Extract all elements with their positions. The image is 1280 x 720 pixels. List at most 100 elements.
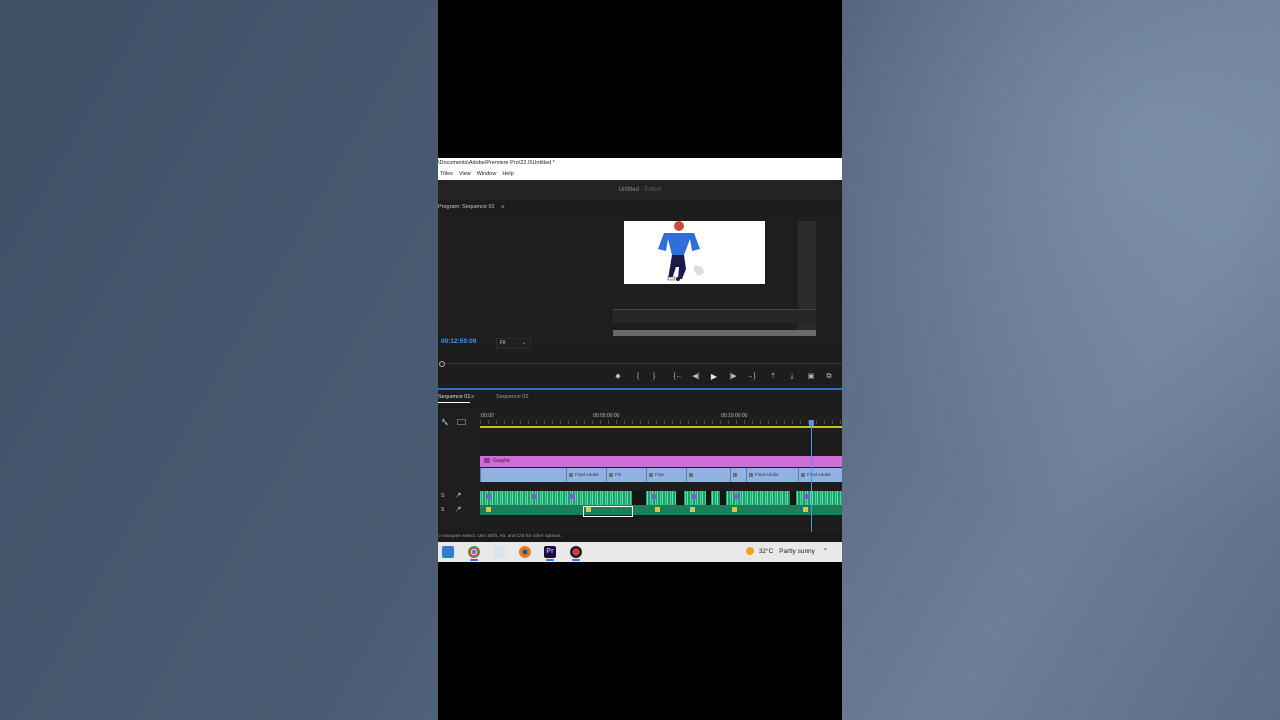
chevron-up-icon[interactable]: ⌃ (823, 548, 828, 555)
step-forward-icon[interactable]: |▶ (726, 370, 740, 384)
fx-badge-icon (733, 472, 737, 477)
fx-badge-icon (801, 472, 805, 477)
chevron-down-icon: ⌄ (521, 340, 526, 346)
out-point-icon[interactable]: } (647, 370, 661, 384)
fx-badge-icon (609, 472, 613, 477)
extract-icon[interactable]: ⤓ (785, 370, 799, 384)
menu-view[interactable]: View (459, 169, 471, 180)
solo-toggle[interactable]: S (441, 493, 444, 499)
wrench-icon[interactable]: 🔧 (441, 419, 448, 426)
timeline-gap[interactable] (790, 491, 796, 505)
zoom-fit-label: Fit (500, 340, 506, 346)
fx-badge-icon (652, 494, 657, 499)
timeline-gap[interactable] (632, 491, 646, 505)
caption-icon[interactable] (457, 419, 466, 425)
go-to-out-icon[interactable]: →} (744, 370, 758, 384)
mail-icon[interactable] (442, 546, 454, 558)
fx-badge-icon (570, 494, 575, 499)
tab-sequence-01[interactable]: Sequence 01 (438, 392, 471, 403)
nested-scroll-bar[interactable] (613, 330, 816, 336)
video-clip-label: Final Adobe (575, 472, 599, 477)
video-letterbox: \Documents\Adobe\Premiere Pro\22.0\Untit… (438, 0, 842, 720)
ruler-label-10min: 00:10:00:00 (721, 413, 748, 419)
blender-icon[interactable] (519, 546, 531, 558)
program-monitor-title[interactable]: Program: Sequence 01 (438, 204, 495, 210)
timeline-gap[interactable] (676, 491, 684, 505)
document-status: - Edited (640, 187, 662, 193)
files-icon[interactable] (493, 546, 505, 558)
go-to-in-icon[interactable]: {← (671, 370, 685, 384)
windows-taskbar: Pr 32°C Partly sunny ⌃ (438, 542, 842, 562)
play-icon[interactable]: ▶ (707, 370, 721, 384)
solo-toggle[interactable]: S (441, 507, 444, 513)
playhead-handle[interactable] (809, 420, 814, 426)
partly-sunny-icon (746, 547, 754, 556)
zoom-fit-select[interactable]: Fit ⌄ (496, 338, 531, 349)
fx-badge-icon (569, 472, 573, 477)
dancing-figure-image (658, 221, 704, 281)
video-clip-label: Fin (615, 472, 622, 477)
scrub-handle[interactable] (439, 361, 445, 367)
tab-sequence-02[interactable]: Sequence 02 (496, 392, 528, 403)
timeline-menu-icon[interactable]: ≡ (471, 392, 474, 403)
timeline-gap[interactable] (706, 491, 711, 505)
timeline-tabs: Sequence 01 ≡ Sequence 02 (438, 392, 842, 403)
active-tab-underline (438, 402, 471, 403)
panel-divider[interactable] (438, 388, 842, 390)
video-clip[interactable]: Fin (606, 468, 649, 482)
video-clip-label: Final Adobe (755, 472, 779, 477)
video-clip[interactable] (480, 468, 569, 482)
playhead-timecode[interactable]: 00:12:59:09 (441, 338, 476, 345)
menu-window[interactable]: Window (477, 169, 497, 180)
microphone-icon[interactable]: 🎤 (455, 493, 461, 499)
fx-badge-icon (484, 458, 490, 464)
chrome-icon[interactable] (468, 546, 480, 561)
premiere-window: \Documents\Adobe\Premiere Pro\22.0\Untit… (438, 158, 842, 562)
tab-sequence-01-label: Sequence 01 (438, 394, 471, 400)
document-title: Untitled (618, 187, 639, 193)
video-clip[interactable]: Final Adobe (746, 468, 801, 482)
export-frame-icon[interactable]: ▣ (804, 370, 818, 384)
audio-track-1[interactable] (480, 491, 842, 505)
ruler-label-start: :00:00 (480, 413, 494, 419)
menu-bar: Titles View Window Help (438, 169, 842, 180)
microphone-icon[interactable]: 🎤 (455, 507, 461, 513)
marker-icon[interactable]: ◆ (611, 370, 625, 384)
menu-help[interactable]: Help (502, 169, 513, 180)
premiere-icon[interactable]: Pr (544, 546, 556, 561)
program-monitor-header: Program: Sequence 01 ≡ (438, 202, 504, 212)
fx-badge-icon (649, 472, 653, 477)
fx-badge-icon (732, 507, 737, 512)
video-track: Final Adobe Fin Fina Final Adobe Final A… (480, 468, 842, 482)
transport-controls: ◆ { } {← ◀| ▶ |▶ →} ⤒ ⤓ ▣ ⧉ (438, 370, 842, 384)
status-bar: o marquee select. Use Shift, Alt, and Ct… (438, 532, 842, 542)
playhead-line[interactable] (811, 420, 812, 540)
video-clip-label: Fina (655, 472, 664, 477)
scrub-track (441, 363, 842, 364)
in-point-icon[interactable]: { (631, 370, 645, 384)
audio-track-2[interactable] (480, 505, 842, 515)
fx-badge-icon (749, 472, 753, 477)
timeline-gap[interactable] (720, 491, 726, 505)
step-back-icon[interactable]: ◀| (689, 370, 703, 384)
graphic-track-clip[interactable]: Graphic (480, 456, 842, 467)
window-title-path: \Documents\Adobe\Premiere Pro\22.0\Untit… (438, 158, 842, 169)
panel-menu-icon[interactable]: ≡ (501, 204, 504, 210)
monitor-scrub-bar[interactable] (438, 358, 842, 368)
work-area-bar[interactable] (480, 426, 842, 428)
video-clip[interactable]: Fina (646, 468, 689, 482)
davinci-icon[interactable] (570, 546, 582, 561)
weather-widget[interactable]: 32°C Partly sunny ⌃ (746, 542, 828, 562)
video-clip[interactable]: Final Adobe (566, 468, 609, 482)
menu-titles[interactable]: Titles (440, 169, 453, 180)
program-video-frame (624, 221, 765, 284)
ruler-label-5min: 00:05:00:00 (593, 413, 620, 419)
comparison-view-icon[interactable]: ⧉ (822, 370, 836, 384)
fx-badge-icon (803, 507, 808, 512)
video-clip[interactable]: Final Adobe (798, 468, 842, 482)
fx-badge-icon (804, 494, 809, 499)
lift-icon[interactable]: ⤒ (766, 370, 780, 384)
video-clip[interactable] (686, 468, 733, 482)
nested-transport-strip (613, 309, 816, 323)
selected-audio-clip[interactable] (583, 506, 633, 517)
